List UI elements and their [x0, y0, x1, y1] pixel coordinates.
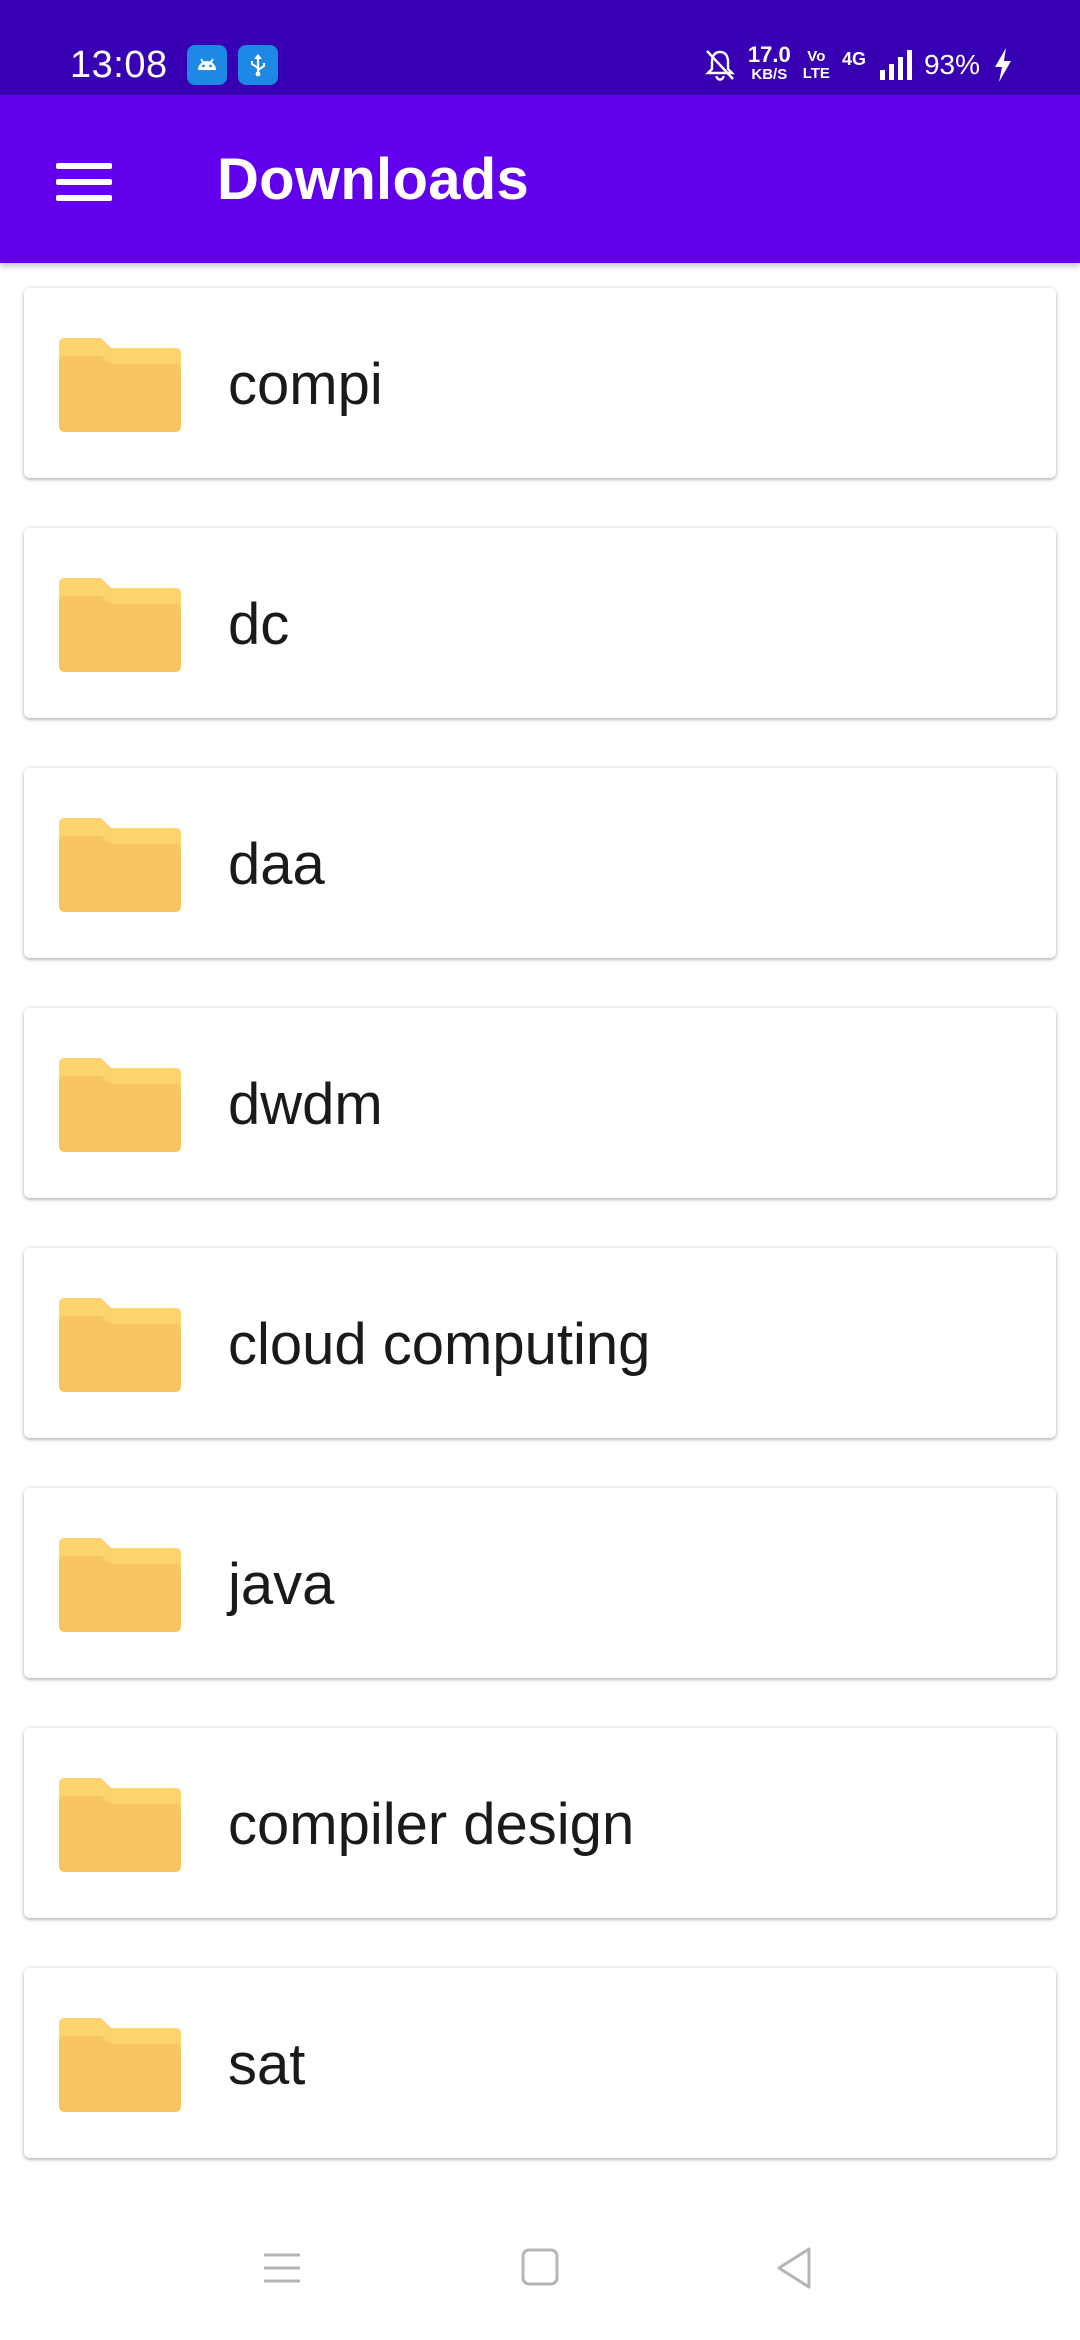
usb-notification-icon — [238, 45, 278, 85]
home-icon[interactable] — [510, 2238, 570, 2298]
folder-name: compiler design — [228, 1792, 635, 1857]
app-bar: Downloads — [0, 95, 1080, 263]
battery-percent: 93% — [923, 49, 980, 80]
bell-muted-icon — [704, 50, 735, 81]
folder-name: cloud computing — [228, 1312, 651, 1377]
speed-value: 17.0 — [747, 42, 791, 67]
folder-name: dwdm — [228, 1072, 383, 1137]
folder-icon — [59, 1538, 181, 1632]
folder-name: dc — [228, 592, 290, 657]
android-notification-icon — [187, 45, 227, 85]
charging-icon — [995, 48, 1011, 82]
volte-bottom: LTE — [802, 65, 830, 82]
network-speed: 17.0 KB/S — [747, 42, 791, 85]
folder-icon — [59, 578, 181, 672]
status-bar: 13:08 17.0 KB/S Vo LTE 4G 93% — [0, 0, 1080, 95]
volte-top: Vo — [807, 48, 826, 65]
folder-item-java[interactable]: java — [24, 1488, 1056, 1678]
hamburger-menu-icon[interactable] — [38, 135, 128, 225]
status-indicators: 17.0 KB/S Vo LTE 4G 93% — [704, 40, 1014, 90]
folder-name: compi — [228, 352, 383, 417]
navigation-bar — [0, 2200, 1080, 2340]
folder-icon — [59, 1778, 181, 1872]
folder-name: java — [228, 1552, 335, 1617]
speed-unit: KB/S — [751, 66, 788, 83]
folder-item-dwdm[interactable]: dwdm — [24, 1008, 1056, 1198]
folder-item-compi[interactable]: compi — [24, 288, 1056, 478]
folder-icon — [59, 2018, 181, 2112]
folder-item-compiler-design[interactable]: compiler design — [24, 1728, 1056, 1918]
folder-item-dc[interactable]: dc — [24, 528, 1056, 718]
folder-name: sat — [228, 2032, 306, 2097]
recents-icon[interactable] — [252, 2238, 312, 2298]
folder-name: daa — [228, 832, 325, 897]
folder-icon — [59, 818, 181, 912]
folder-icon — [59, 1058, 181, 1152]
folder-item-cloud-computing[interactable]: cloud computing — [24, 1248, 1056, 1438]
back-icon[interactable] — [766, 2238, 826, 2298]
folder-item-daa[interactable]: daa — [24, 768, 1056, 958]
folder-icon — [59, 338, 181, 432]
volte-indicator: Vo LTE — [803, 48, 830, 82]
folder-icon — [59, 1298, 181, 1392]
folder-item-sat[interactable]: sat — [24, 1968, 1056, 2158]
status-time: 13:08 — [70, 44, 168, 86]
network-type: 4G — [841, 48, 866, 69]
signal-icon — [879, 50, 912, 80]
page-title: Downloads — [217, 147, 530, 212]
